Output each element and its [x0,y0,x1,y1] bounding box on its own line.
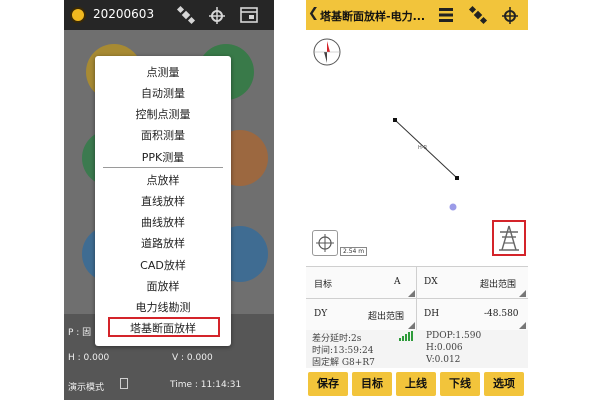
window-icon[interactable] [239,5,259,25]
dh-label: DH [424,309,440,319]
dx-value: 超出范围 [480,280,517,290]
status-h: H : 0.000 [68,353,110,363]
crosshair-icon[interactable] [207,5,227,25]
status-mode: 演示模式 [68,383,105,393]
stakeout-data-grid: 目标 A DX 超出范围 DY 超出范围 DH -48.580 [306,266,528,330]
menu-item-area-survey[interactable]: 面积测量 [95,127,231,143]
menu-item-road-stakeout[interactable]: 道路放样 [95,235,231,251]
left-phone-screen: 20200603 P: 固 H: 0.000 V: 0.000 演示模式 … [64,0,274,400]
menu-item-line-stakeout[interactable]: 直线放样 [95,193,231,209]
save-button[interactable]: 保存 [308,372,348,396]
screen-title: 塔基断面放样-电力... [320,10,426,23]
menu-item-point-stakeout[interactable]: 点放样 [95,172,231,188]
app-logo-icon[interactable] [70,7,86,23]
corner-triangle-icon [408,322,415,329]
info-v: V:0.012 [426,355,461,365]
line-down-button[interactable]: 下线 [440,372,480,396]
menu-item-point-survey[interactable]: 点测量 [95,64,231,80]
scale-bar: 2.54 m [340,247,368,256]
compass-icon[interactable] [313,38,341,66]
grid-horizontal-divider [306,298,528,299]
status-v: V : 0.000 [172,353,213,363]
status-time: Time : 11:14:31 [170,380,242,390]
right-phone-screen: ❮ 塔基断面放样-电力... H-R 2.54 m 目标 A DX 超出范围 D… [306,0,528,400]
fix-status: 固定解 G8+R7 [312,358,375,368]
project-title: 20200603 [93,7,155,21]
line-label: H-R [418,145,428,151]
menu-divider [103,167,223,168]
current-position-marker [449,203,457,211]
options-button[interactable]: 选项 [484,372,524,396]
corner-triangle-icon [408,290,415,297]
dx-label: DX [424,277,438,287]
menu-item-powerline-survey[interactable]: 电力线勘测 [95,299,231,315]
target-label: 目标 [314,280,333,290]
left-top-bar: 20200603 [64,0,274,30]
gnss-info-panel: 差分延时:2s PDOP:1.590 时间:13:59:24 H:0.006 固… [306,330,528,368]
menu-item-ppk-survey[interactable]: PPK测量 [95,149,231,165]
power-tower-icon [499,225,519,251]
corner-triangle-icon [519,322,526,329]
tower-toggle-button[interactable] [492,220,526,256]
target-button[interactable]: 目标 [352,372,392,396]
corner-triangle-icon [519,290,526,297]
menu-item-surface-stakeout[interactable]: 面放样 [95,278,231,294]
menu-item-curve-stakeout[interactable]: 曲线放样 [95,214,231,230]
signal-bars-icon [399,331,413,341]
right-top-bar: ❮ 塔基断面放样-电力... [306,0,528,30]
pdop: PDOP:1.590 [426,331,482,341]
back-chevron-icon[interactable]: ❮ [308,6,319,21]
dy-value: 超出范围 [368,312,405,322]
status-p: P : 固 [68,328,92,338]
stakeout-map-canvas[interactable]: H-R 2.54 m [306,30,528,266]
highlight-box [108,317,220,337]
locate-button[interactable] [312,230,338,256]
survey-mode-menu: 点测量 自动测量 控制点测量 面积测量 PPK测量 点放样 直线放样 曲线放样 … [95,56,231,346]
line-up-button[interactable]: 上线 [396,372,436,396]
menu-item-control-point-survey[interactable]: 控制点测量 [95,106,231,122]
menu-item-auto-survey[interactable]: 自动测量 [95,85,231,101]
battery-icon [120,378,128,389]
dy-label: DY [314,309,328,319]
list-menu-icon[interactable] [436,5,456,25]
satellite-icon[interactable] [176,5,196,25]
crosshair-icon[interactable] [500,5,520,25]
menu-item-cad-stakeout[interactable]: CAD放样 [95,257,231,273]
satellite-icon[interactable] [468,5,488,25]
dh-value: -48.580 [484,309,519,319]
info-h: H:0.006 [426,343,463,353]
bottom-button-bar: 保存 目标 上线 下线 选项 [306,368,528,400]
target-value[interactable]: A [394,277,401,287]
